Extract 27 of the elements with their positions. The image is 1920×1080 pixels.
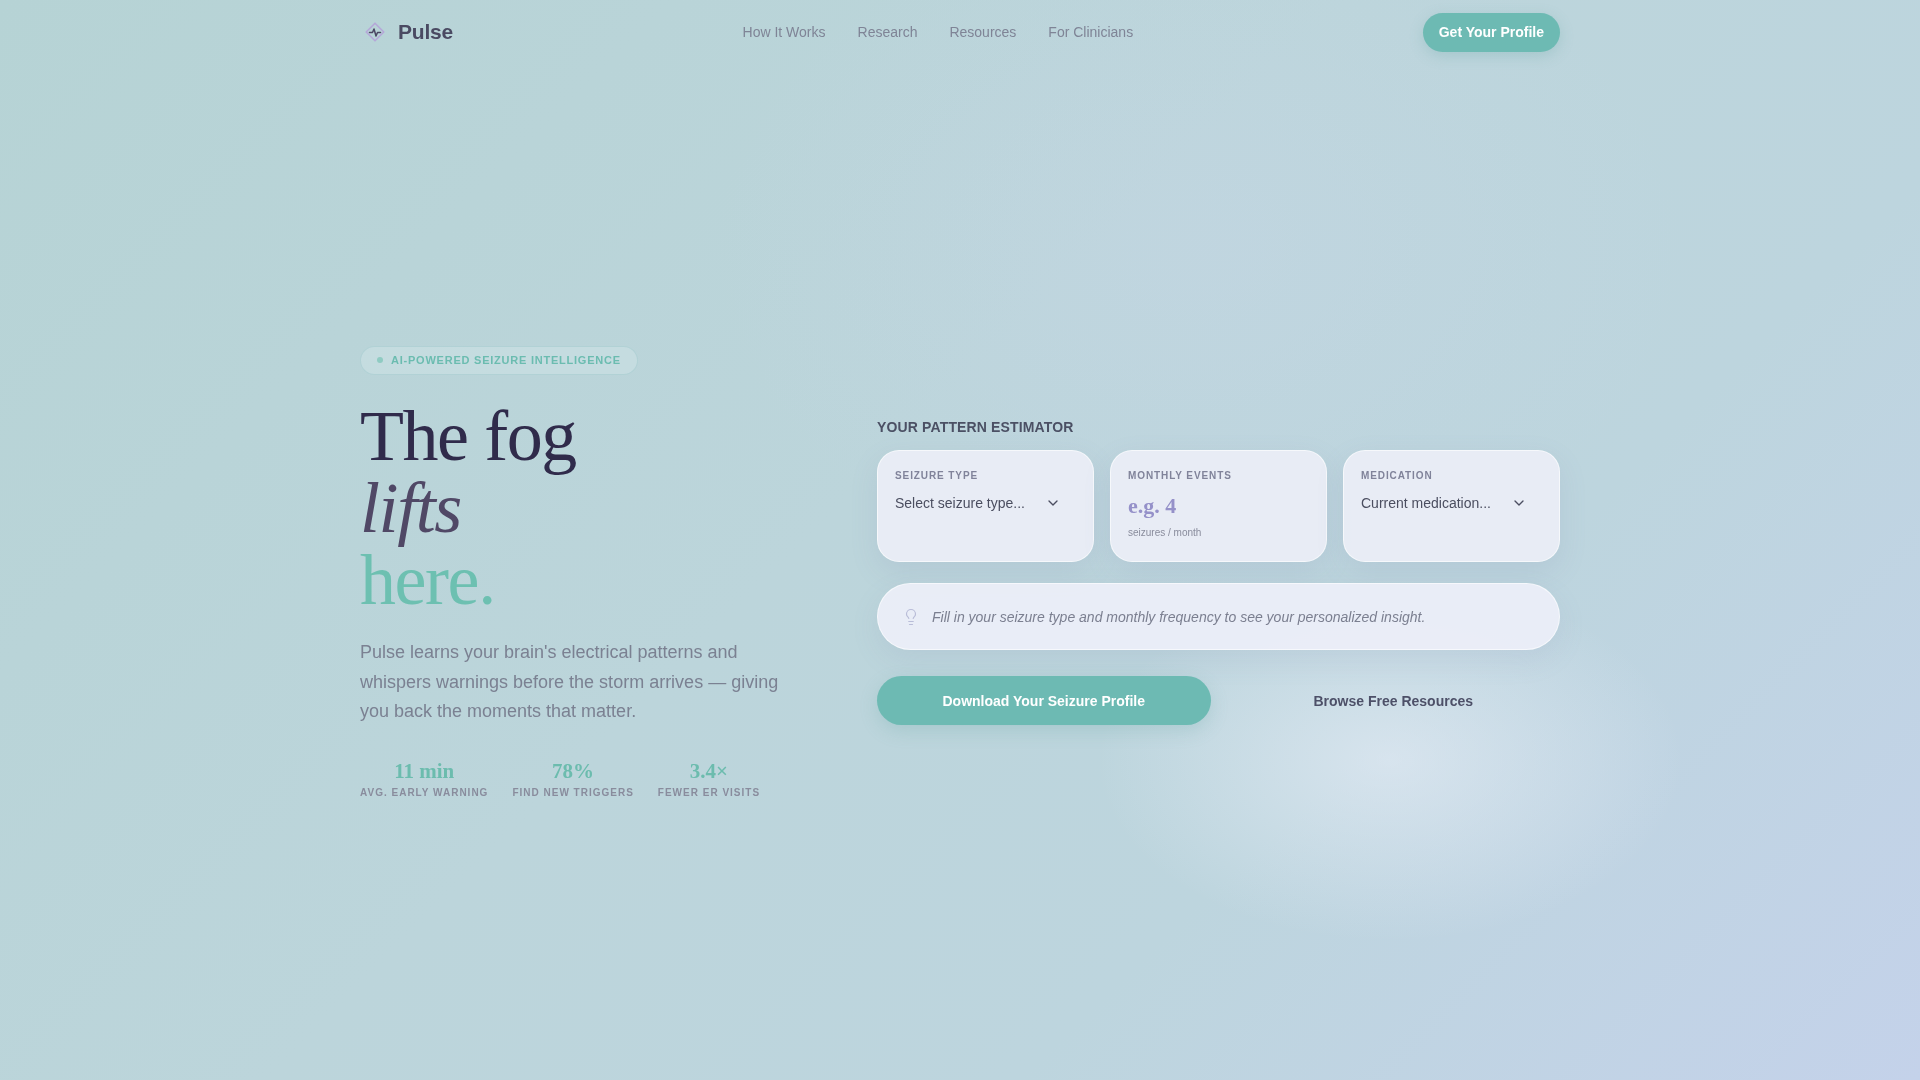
field-label: MONTHLY EVENTS — [1128, 469, 1232, 483]
stat-label: FIND NEW TRIGGERS — [512, 787, 634, 799]
cta-button[interactable]: Get Your Profile — [1422, 12, 1560, 52]
hero-description: Pulse learns your brain's electrical patterns and whispers warnings before the storm arrives — giving you back the moments that matter. — [360, 640, 780, 724]
primary-button[interactable]: Download Your Seizure Profile — [877, 676, 1211, 725]
stat-label: FEWER ER VISITS — [657, 787, 761, 799]
nav-link[interactable]: For Clinicians — [1048, 24, 1134, 40]
stat-value: 78% — [552, 758, 595, 785]
text-button[interactable]: Browse Free Resources — [1226, 676, 1560, 725]
field-label: MEDICATION — [1361, 469, 1433, 483]
insight-text: Fill in your seizure type and monthly frequency to see your personalized insight. — [932, 608, 1426, 625]
badge-text: AI-POWERED SEIZURE INTELLIGENCE — [391, 354, 621, 367]
stat-value: 3.4× — [689, 758, 729, 785]
estimator-title: YOUR PATTERN ESTIMATOR — [877, 419, 1075, 435]
field-label: SEIZURE TYPE — [895, 469, 979, 483]
unit-label: seizures / month — [1128, 527, 1202, 538]
stat-label: AVG. EARLY WARNING — [360, 787, 489, 799]
brand-name: Pulse — [398, 20, 453, 44]
nav-link[interactable]: How It Works — [742, 24, 826, 40]
dot-icon — [377, 357, 383, 364]
nav-link[interactable]: Research — [857, 24, 918, 40]
nav-link[interactable]: Resources — [949, 24, 1017, 40]
number-input[interactable]: e.g. 4 — [1128, 492, 1294, 520]
stat-value: 11 min — [394, 758, 455, 785]
select-field[interactable]: Current medication... — [1361, 493, 1527, 513]
logo-icon — [365, 22, 385, 42]
select-field[interactable]: Select seizure type... — [895, 493, 1061, 513]
